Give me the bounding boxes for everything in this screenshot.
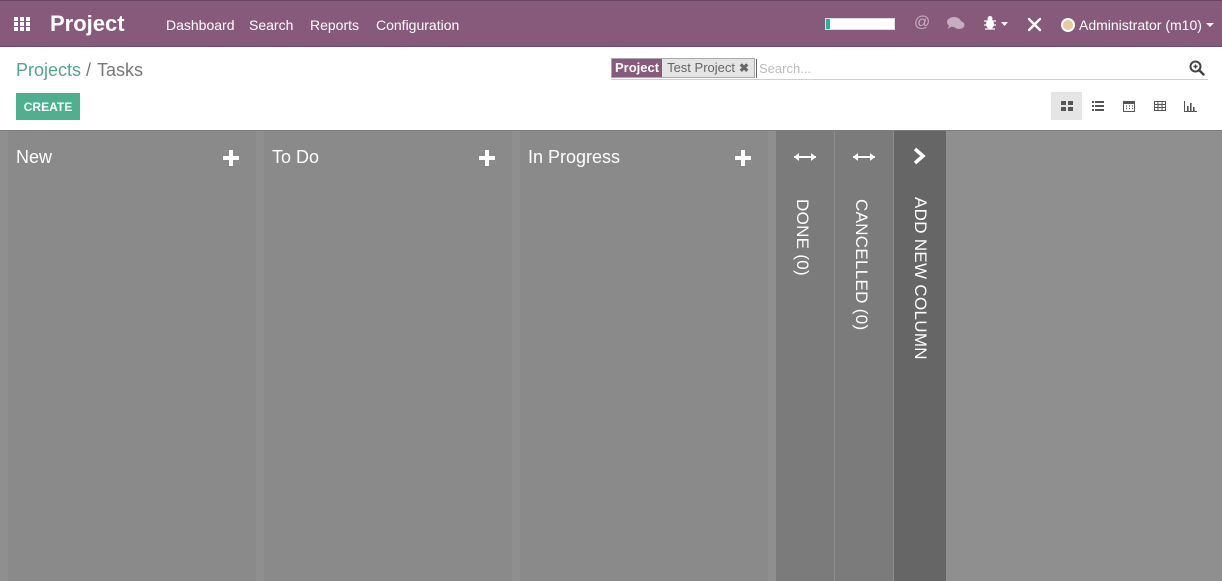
column-title: In Progress [528, 147, 621, 167]
apps-grid-icon[interactable] [14, 17, 31, 31]
kanban-column-todo[interactable]: To Do [264, 131, 512, 581]
facet-category: Project [612, 59, 663, 77]
column-title: To Do [272, 147, 320, 167]
add-new-column[interactable]: ADD NEW COLUMN [894, 131, 946, 581]
menu-configuration[interactable]: Configuration [376, 17, 459, 33]
add-task-icon[interactable] [222, 149, 240, 172]
kanban-column-cancelled-folded[interactable]: CANCELLED (0) [835, 131, 893, 581]
breadcrumb-current: Tasks [97, 60, 144, 80]
folded-column-title: DONE (0) [793, 199, 812, 277]
menu-search[interactable]: Search [249, 17, 293, 33]
add-task-icon[interactable] [734, 149, 752, 172]
search-icon[interactable] [1189, 60, 1205, 81]
chat-icon[interactable] [947, 16, 965, 36]
kanban-board: New To Do In Progress DONE (0) CANCELLED… [0, 130, 1222, 581]
breadcrumb-separator: / [86, 60, 92, 80]
calendar-view-icon[interactable] [1113, 92, 1144, 120]
search-bar: Project Test Project ✖ [611, 57, 1208, 80]
create-button[interactable]: CREATE [16, 93, 80, 120]
breadcrumb-projects-link[interactable]: Projects [16, 60, 81, 80]
column-title: New [16, 147, 53, 167]
breadcrumb: Projects / Tasks [16, 60, 143, 81]
at-icon[interactable]: @ [914, 14, 930, 32]
expand-arrows-icon[interactable] [852, 150, 876, 168]
add-task-icon[interactable] [478, 149, 496, 172]
pivot-view-icon[interactable] [1144, 92, 1175, 120]
menu-reports[interactable]: Reports [310, 17, 359, 33]
tools-icon[interactable] [1027, 17, 1042, 37]
top-navbar: Project Dashboard Search Reports Configu… [0, 0, 1222, 47]
facet-value: Test Project [667, 60, 735, 75]
kanban-view-icon[interactable] [1051, 92, 1082, 120]
search-input[interactable] [756, 59, 1176, 78]
search-facet: Project Test Project ✖ [611, 58, 756, 78]
graph-view-icon[interactable] [1175, 92, 1206, 120]
remove-facet-icon[interactable]: ✖ [739, 61, 749, 75]
chevron-right-icon[interactable] [912, 147, 926, 170]
user-name: Administrator (m10) [1079, 17, 1202, 33]
bug-icon[interactable] [983, 15, 1009, 36]
avatar [1061, 18, 1075, 32]
facet-value-wrap: Test Project ✖ [662, 59, 755, 77]
user-menu[interactable]: Administrator (m10) [1061, 17, 1214, 33]
folded-column-title: CANCELLED (0) [852, 199, 871, 331]
menu-dashboard[interactable]: Dashboard [166, 17, 235, 33]
chevron-down-icon [1205, 23, 1214, 27]
planner-progress-bar[interactable] [825, 18, 895, 30]
expand-arrows-icon[interactable] [793, 150, 817, 168]
kanban-column-in-progress[interactable]: In Progress [520, 131, 768, 581]
add-column-label: ADD NEW COLUMN [911, 197, 930, 360]
app-title: Project [50, 11, 125, 36]
kanban-column-done-folded[interactable]: DONE (0) [776, 131, 834, 581]
kanban-column-new[interactable]: New [8, 131, 256, 581]
list-view-icon[interactable] [1082, 92, 1113, 120]
